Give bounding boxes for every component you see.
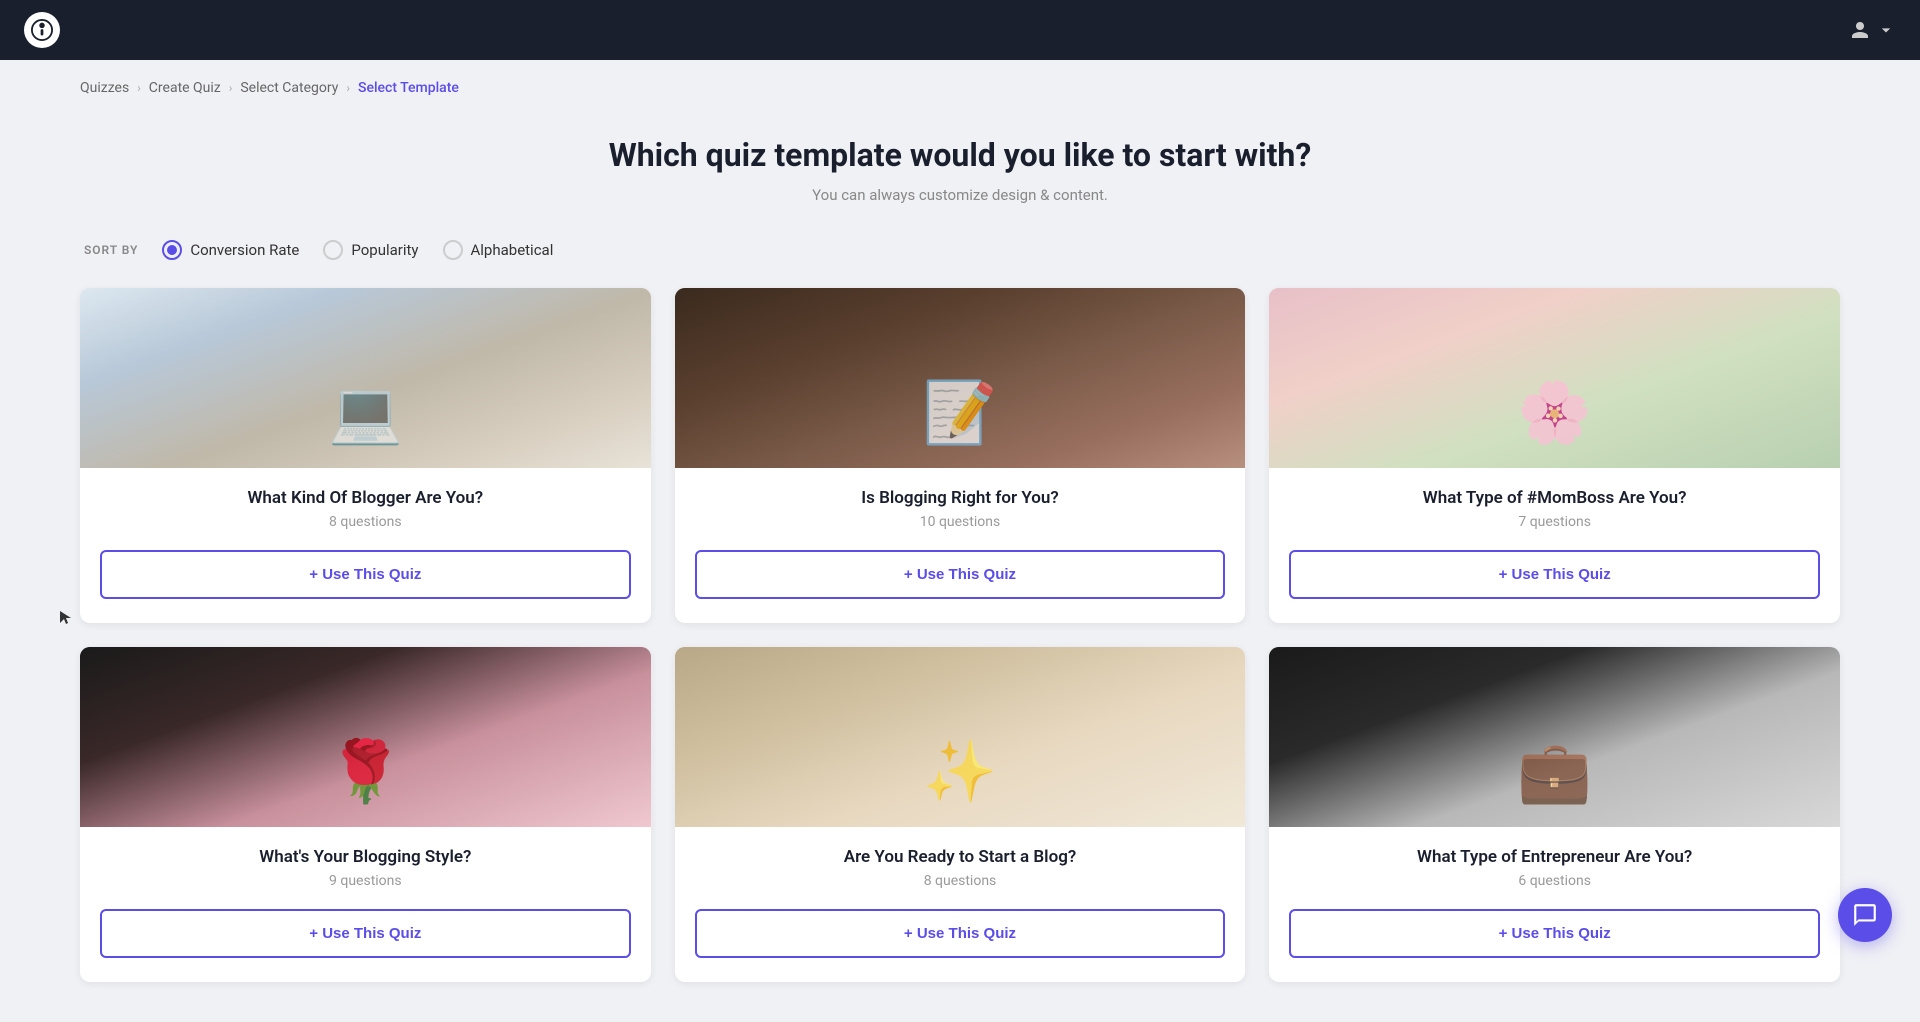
breadcrumb-sep-3: › (346, 81, 350, 95)
use-quiz-button-3[interactable]: + Use This Quiz (100, 909, 631, 958)
page-title: Which quiz template would you like to st… (80, 136, 1840, 174)
breadcrumb-quizzes[interactable]: Quizzes (80, 80, 129, 96)
sort-alphabetical-label: Alphabetical (471, 241, 554, 259)
card-questions-5: 6 questions (1289, 873, 1820, 889)
card-questions-3: 9 questions (100, 873, 631, 889)
use-quiz-button-2[interactable]: + Use This Quiz (1289, 550, 1820, 599)
sort-popularity[interactable]: Popularity (323, 240, 418, 260)
card-title-0: What Kind Of Blogger Are You? (100, 488, 631, 508)
radio-conversion-rate-inner (167, 245, 177, 255)
sort-by-label: SORT BY (84, 243, 138, 257)
card-questions-2: 7 questions (1289, 514, 1820, 530)
card-body-0: What Kind Of Blogger Are You? 8 question… (80, 468, 651, 623)
card-body-2: What Type of #MomBoss Are You? 7 questio… (1269, 468, 1840, 623)
header (0, 0, 1920, 60)
card-body-1: Is Blogging Right for You? 10 questions … (675, 468, 1246, 623)
quiz-card-0: What Kind Of Blogger Are You? 8 question… (80, 288, 651, 623)
card-image-2 (1269, 288, 1840, 468)
breadcrumb-sep-2: › (229, 81, 233, 95)
breadcrumb: Quizzes › Create Quiz › Select Category … (0, 60, 1920, 116)
card-title-3: What's Your Blogging Style? (100, 847, 631, 867)
sort-popularity-label: Popularity (351, 241, 418, 259)
sort-conversion-rate[interactable]: Conversion Rate (162, 240, 299, 260)
radio-popularity[interactable] (323, 240, 343, 260)
card-image-3 (80, 647, 651, 827)
card-questions-1: 10 questions (695, 514, 1226, 530)
breadcrumb-create-quiz[interactable]: Create Quiz (149, 80, 221, 96)
use-quiz-button-5[interactable]: + Use This Quiz (1289, 909, 1820, 958)
breadcrumb-sep-1: › (137, 81, 141, 95)
card-title-1: Is Blogging Right for You? (695, 488, 1226, 508)
card-body-4: Are You Ready to Start a Blog? 8 questio… (675, 827, 1246, 982)
card-body-3: What's Your Blogging Style? 9 questions … (80, 827, 651, 982)
use-quiz-button-1[interactable]: + Use This Quiz (695, 550, 1226, 599)
breadcrumb-select-template: Select Template (358, 80, 459, 96)
card-image-1 (675, 288, 1246, 468)
card-image-0 (80, 288, 651, 468)
card-image-4 (675, 647, 1246, 827)
card-title-4: Are You Ready to Start a Blog? (695, 847, 1226, 867)
breadcrumb-select-category[interactable]: Select Category (240, 80, 338, 96)
page-subtitle: You can always customize design & conten… (80, 186, 1840, 204)
card-image-5 (1269, 647, 1840, 827)
user-menu[interactable] (1850, 20, 1896, 40)
sort-by-section: SORT BY Conversion Rate Popularity Alpha… (80, 240, 1840, 260)
main-content: Which quiz template would you like to st… (0, 116, 1920, 1022)
sort-conversion-rate-label: Conversion Rate (190, 241, 299, 259)
quiz-card-3: What's Your Blogging Style? 9 questions … (80, 647, 651, 982)
card-questions-4: 8 questions (695, 873, 1226, 889)
sort-alphabetical[interactable]: Alphabetical (443, 240, 554, 260)
use-quiz-button-4[interactable]: + Use This Quiz (695, 909, 1226, 958)
chat-bubble-button[interactable] (1838, 888, 1892, 942)
radio-alphabetical[interactable] (443, 240, 463, 260)
card-title-5: What Type of Entrepreneur Are You? (1289, 847, 1820, 867)
card-body-5: What Type of Entrepreneur Are You? 6 que… (1269, 827, 1840, 982)
use-quiz-button-0[interactable]: + Use This Quiz (100, 550, 631, 599)
quiz-card-2: What Type of #MomBoss Are You? 7 questio… (1269, 288, 1840, 623)
cards-grid: What Kind Of Blogger Are You? 8 question… (80, 288, 1840, 982)
radio-conversion-rate[interactable] (162, 240, 182, 260)
logo[interactable] (24, 12, 60, 48)
quiz-card-5: What Type of Entrepreneur Are You? 6 que… (1269, 647, 1840, 982)
quiz-card-1: Is Blogging Right for You? 10 questions … (675, 288, 1246, 623)
card-title-2: What Type of #MomBoss Are You? (1289, 488, 1820, 508)
quiz-card-4: Are You Ready to Start a Blog? 8 questio… (675, 647, 1246, 982)
card-questions-0: 8 questions (100, 514, 631, 530)
